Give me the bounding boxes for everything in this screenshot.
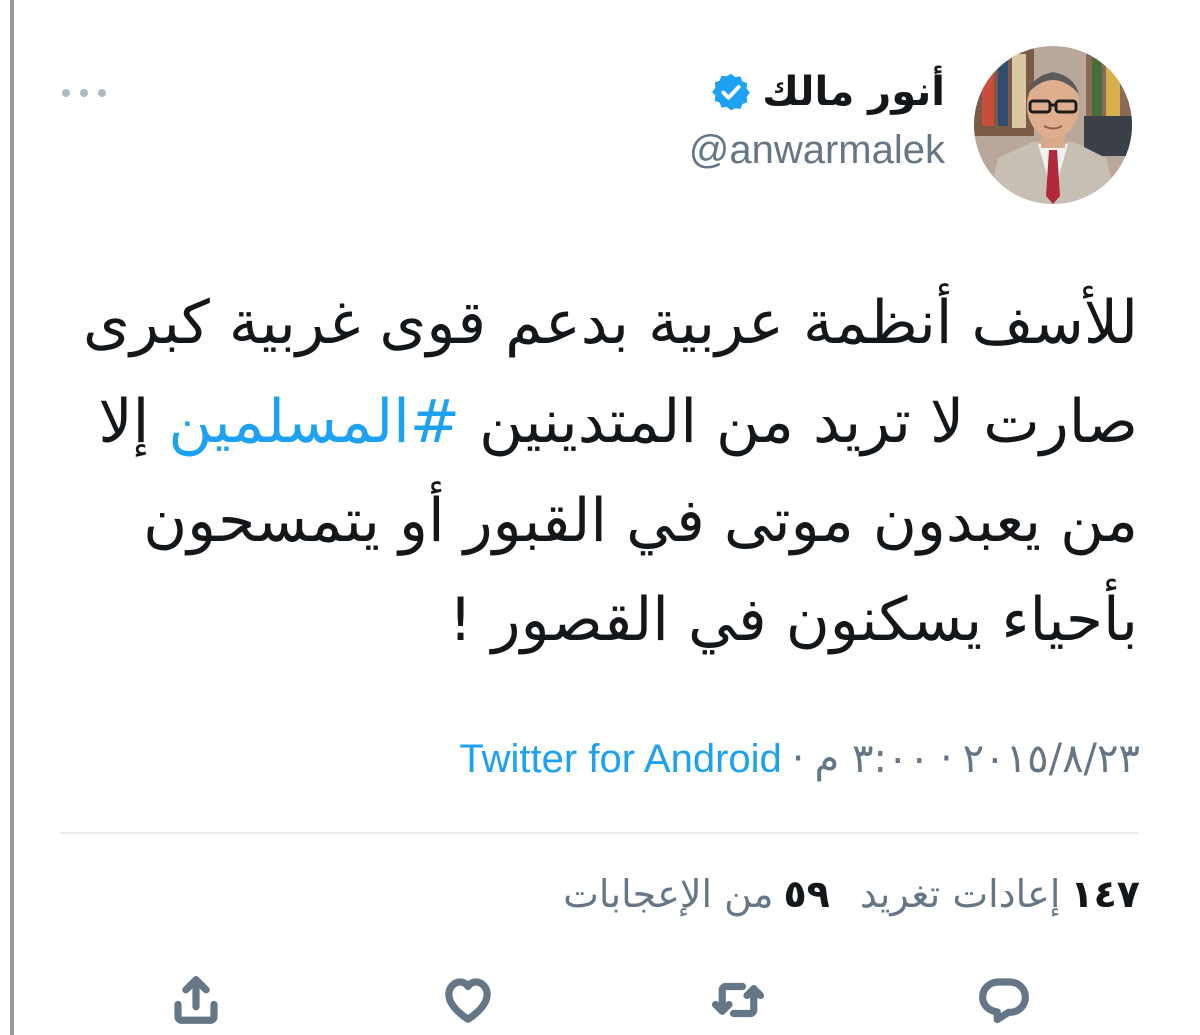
- author-handle[interactable]: @anwarmalek: [689, 128, 945, 173]
- more-options-icon[interactable]: [62, 86, 106, 100]
- divider: [60, 832, 1138, 834]
- like-button[interactable]: [436, 968, 500, 1032]
- like-icon: [445, 978, 491, 1023]
- retweets-count: ١٤٧: [1070, 872, 1140, 916]
- author-display-name[interactable]: أنور مالك: [762, 69, 945, 115]
- likes-count: ٥٩: [783, 872, 830, 916]
- hashtag-link[interactable]: #المسلمين: [168, 387, 460, 457]
- author-name-row[interactable]: أنور مالك: [710, 62, 945, 122]
- share-icon: [174, 976, 218, 1024]
- reply-button[interactable]: [972, 968, 1036, 1032]
- tweet-date: ٢٠١٥/٨/٢٣: [962, 736, 1140, 782]
- more-dot: [98, 89, 106, 97]
- tweet-time: ٣:٠٠ م: [814, 736, 930, 782]
- tweet-text: للأسف أنظمة عربية بدعم قوى غربية كبرى صا…: [38, 274, 1138, 670]
- verified-badge-icon: [712, 73, 751, 111]
- tweet-text-segment: صارت لا تريد من المتدينين: [460, 387, 1138, 457]
- left-edge-rule: [10, 0, 14, 1035]
- tweet-text-line: بأحياء يسكنون في القصور !: [448, 585, 1138, 655]
- profile-photo-icon: [974, 46, 1132, 204]
- retweet-button[interactable]: [706, 968, 770, 1032]
- likes-label: من الإعجابات: [563, 872, 774, 916]
- reply-icon: [979, 978, 1029, 1024]
- more-dot: [80, 89, 88, 97]
- tweet-source-link[interactable]: Twitter for Android: [459, 737, 781, 782]
- meta-separator: ·: [939, 736, 953, 782]
- retweet-icon: [711, 982, 765, 1018]
- meta-separator: ·: [791, 736, 805, 782]
- tweet-text-line: من يعبدون موتى في القبور أو يتمسحون: [143, 486, 1138, 556]
- share-button[interactable]: [164, 968, 228, 1032]
- tweet-text-line: للأسف أنظمة عربية بدعم قوى غربية كبرى: [83, 288, 1138, 358]
- likes-stat[interactable]: ٥٩ من الإعجابات: [563, 872, 830, 916]
- tweet-text-segment: إلا: [98, 387, 169, 457]
- author-avatar[interactable]: [974, 46, 1132, 204]
- retweets-label: إعادات تغريد: [859, 872, 1061, 916]
- tweet-text-line: صارت لا تريد من المتدينين #المسلمين إلا: [38, 373, 1138, 472]
- tweet-actions: [0, 968, 1200, 1032]
- tweet-meta: ٢٠١٥/٨/٢٣ · ٣:٠٠ م · Twitter for Android: [459, 736, 1140, 782]
- tweet-stats: ١٤٧ إعادات تغريد ٥٩ من الإعجابات: [563, 872, 1140, 916]
- tweet-detail-view: أنور مالك @anwarmalek للأسف أنظمة عربية …: [0, 0, 1200, 1035]
- retweets-stat[interactable]: ١٤٧ إعادات تغريد: [860, 872, 1140, 916]
- more-dot: [62, 89, 70, 97]
